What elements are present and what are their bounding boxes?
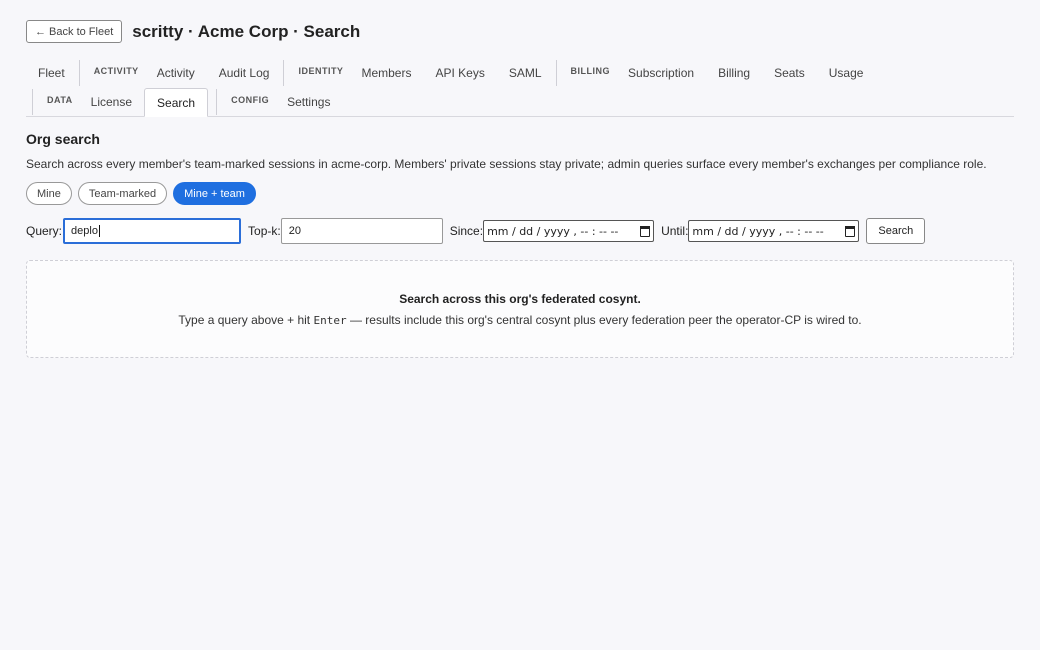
nav-group-activity: ACTIVITY	[93, 66, 139, 76]
query-form: Query: deplo Top-k: 20 Since: mm / dd / …	[26, 218, 926, 244]
scope-team-marked-button[interactable]: Team-marked	[77, 182, 168, 205]
page-title: scritty · Acme Corp · Search	[132, 21, 361, 41]
nav-row-1: Fleet ACTIVITY Activity Audit Log IDENTI…	[26, 59, 1014, 87]
nav-group-identity: IDENTITY	[298, 66, 344, 76]
nav-row-2: DATA License Search CONFIG Settings	[26, 88, 1014, 117]
tab-usage[interactable]: Usage	[817, 59, 876, 87]
tab-saml[interactable]: SAML	[497, 59, 554, 87]
tab-fleet[interactable]: Fleet	[26, 59, 77, 87]
nav-group-billing: BILLING	[570, 66, 611, 76]
search-button[interactable]: Search	[866, 218, 926, 244]
tab-settings[interactable]: Settings	[275, 88, 342, 116]
scope-mine-team-button[interactable]: Mine + team	[173, 182, 256, 205]
tab-subscription[interactable]: Subscription	[616, 59, 706, 87]
query-label: Query:	[26, 224, 63, 238]
empty-state-description: Type a query above + hit Enter — results…	[27, 313, 1013, 327]
empty-state: Search across this org's federated cosyn…	[26, 260, 1014, 358]
until-datetime-input[interactable]: mm / dd / yyyy , -- : -- --	[688, 220, 860, 242]
since-datetime-input[interactable]: mm / dd / yyyy , -- : -- --	[483, 220, 655, 242]
tab-audit-log[interactable]: Audit Log	[207, 59, 282, 87]
until-input-value: mm / dd / yyyy , -- : -- --	[692, 224, 824, 238]
empty-state-text-end: — results include this org's central cos…	[346, 313, 862, 327]
query-input[interactable]: deplo	[63, 218, 242, 244]
tab-api-keys[interactable]: API Keys	[423, 59, 496, 87]
empty-state-text-start: Type a query above + hit	[178, 313, 314, 327]
until-label: Until:	[661, 224, 689, 238]
tab-search[interactable]: Search	[144, 88, 209, 117]
scope-mine-button[interactable]: Mine	[26, 182, 72, 205]
topk-input-value: 20	[288, 225, 301, 237]
empty-state-title: Search across this org's federated cosyn…	[399, 292, 641, 306]
calendar-icon[interactable]	[640, 225, 651, 237]
text-caret	[98, 225, 100, 237]
tab-members[interactable]: Members	[349, 59, 423, 87]
tab-activity[interactable]: Activity	[145, 59, 207, 87]
query-input-value: deplo	[71, 225, 98, 237]
section-description: Search across every member's team-marked…	[26, 157, 987, 171]
section-title: Org search	[26, 131, 100, 147]
since-input-value: mm / dd / yyyy , -- : -- --	[487, 224, 619, 238]
topk-input[interactable]: 20	[280, 218, 443, 244]
nav-group-data: DATA	[47, 95, 73, 105]
page: ← Back to Fleet scritty · Acme Corp · Se…	[0, 0, 1040, 650]
tab-seats[interactable]: Seats	[762, 59, 817, 87]
tab-license[interactable]: License	[79, 88, 144, 116]
since-label: Since:	[449, 224, 484, 238]
header: ← Back to Fleet scritty · Acme Corp · Se…	[26, 20, 360, 43]
enter-key-hint: Enter	[313, 314, 347, 327]
nav-group-config: CONFIG	[231, 95, 270, 105]
back-to-fleet-button[interactable]: ← Back to Fleet	[26, 20, 123, 43]
scope-toggle-group: Mine Team-marked Mine + team	[26, 182, 256, 205]
tab-billing[interactable]: Billing	[706, 59, 762, 87]
calendar-icon[interactable]	[845, 225, 856, 237]
topk-label: Top-k:	[248, 224, 281, 238]
